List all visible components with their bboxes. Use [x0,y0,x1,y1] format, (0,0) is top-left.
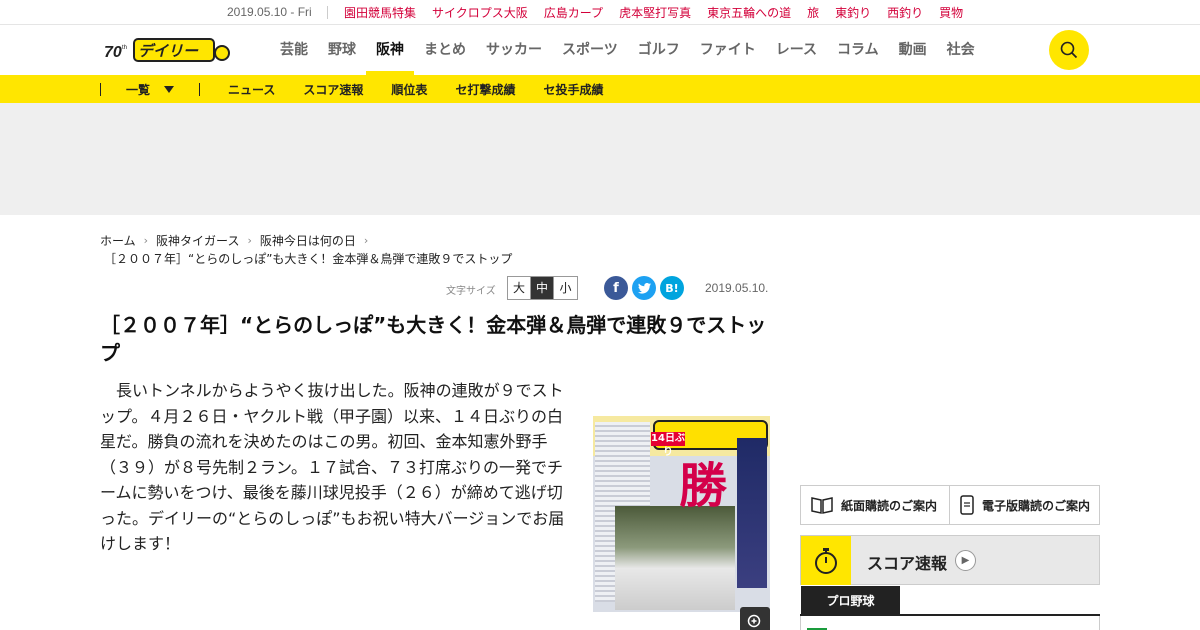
nav-item[interactable]: ゴルフ [628,25,690,75]
chevron-right-icon: › [247,234,252,247]
breadcrumb: ホーム › 阪神タイガース › 阪神今日は何の日 › [100,232,376,249]
svg-text:th: th [122,45,127,51]
nav-item[interactable]: レース [766,25,827,75]
stopwatch-icon [801,536,851,585]
twitter-share-button[interactable] [632,276,656,300]
daily-logo[interactable]: 70 th デイリー [104,35,234,65]
chevron-right-icon: › [143,234,149,247]
font-size-option[interactable]: 大 [508,277,531,299]
sub-nav: 一覧 ニュース スコア速報 順位表 セ打撃成績 セ投手成績 [0,75,1200,103]
chevron-right-icon: › [363,234,369,247]
digital-subscription-link[interactable]: 電子版購読のご案内 [950,486,1099,524]
list-label: 一覧 [126,83,151,97]
score-tabs: プロ野球 [800,586,1100,616]
nav-item[interactable]: サッカー [476,25,552,75]
top-link[interactable]: 園田競馬特集 [344,4,416,21]
nav-item[interactable]: 芸能 [270,25,318,75]
breadcrumb-link[interactable]: ホーム [100,232,136,249]
twitter-icon [637,282,651,294]
zoom-in-button[interactable] [740,607,770,630]
nav-item[interactable]: まとめ [414,25,476,75]
current-date: 2019.05.10 - Fri [227,5,312,19]
paper-headline-column [737,438,767,588]
article-body: 長いトンネルからようやく抜け出した。阪神の連敗が９でストップ。４月２６日・ヤクル… [100,381,565,553]
font-size-label: 文字サイズ [446,286,496,297]
top-utility-bar: 2019.05.10 - Fri 園田競馬特集 サイクロプス大阪 広島カープ 虎本堅打… [0,0,1200,25]
score-title: スコア速報 [867,554,948,573]
divider [199,83,200,96]
paper-photo [615,506,735,610]
font-size-selector: 大中小 [507,276,578,300]
breadcrumb-current: ［２００７年］“とらのしっぽ”も大きく！金本弾＆鳥弾で連敗９でストップ [104,252,513,266]
svg-text:デイリー: デイリー [138,42,199,60]
top-link[interactable]: 買物 [939,4,963,21]
divider [100,83,101,96]
nav-item[interactable]: ファイト [690,25,766,75]
nav-item[interactable]: スポーツ [552,25,628,75]
zoom-in-icon [747,614,761,628]
font-size-option[interactable]: 中 [531,277,554,299]
sub-nav-item[interactable]: セ打撃成績 [455,81,515,98]
top-link[interactable]: 旅 [807,4,819,21]
search-icon [1060,41,1078,59]
caret-down-icon [164,86,175,93]
publish-date: 2019.05.10. [705,281,769,295]
article-title: ［２００７年］“とらのしっぽ”も大きく！金本弾＆鳥弾で連敗９でストップ [100,313,767,365]
breadcrumb-link[interactable]: 阪神タイガース [156,232,239,249]
nav-item[interactable]: 野球 [318,25,366,75]
main-nav: 芸能 野球 阪神 まとめ サッカー スポーツ ゴルフ ファイト レース コラム 動画 社会 [270,25,985,75]
top-link[interactable]: 広島カープ [544,4,603,21]
subscription-links: 紙面購読のご案内 電子版購読のご案内 [800,485,1100,525]
paper-headline-kanji: 勝 [679,458,728,514]
search-button[interactable] [1049,30,1089,70]
hatena-bookmark-button[interactable]: B! [660,276,684,300]
top-link[interactable]: 虎本堅打写真 [619,4,691,21]
tab-pro-baseball[interactable]: プロ野球 [801,586,900,616]
sub-nav-item[interactable]: スコア速報 [303,81,363,98]
smartphone-icon [960,495,974,515]
sub-nav-item[interactable]: セ投手成績 [543,81,603,98]
score-list [800,616,1100,630]
breadcrumb-link[interactable]: 阪神今日は何の日 [260,232,356,249]
chevron-right-icon[interactable]: ▶ [955,550,976,571]
top-link[interactable]: 西釣り [887,4,923,21]
top-link[interactable]: サイクロプス大阪 [432,4,528,21]
newspaper-front-page-image[interactable]: 14日ぶり 勝 [593,416,770,612]
svg-text:70: 70 [104,44,122,61]
sub-nav-items: ニュース スコア速報 順位表 セ打撃成績 セ投手成績 [228,81,631,98]
paper-subscription-link[interactable]: 紙面購読のご案内 [801,486,950,524]
top-link[interactable]: 東京五輪への道 [707,4,791,21]
score-widget-header[interactable]: スコア速報 [800,535,1100,585]
top-link[interactable]: 東釣り [835,4,871,21]
font-size-option[interactable]: 小 [554,277,577,299]
top-links: 園田競馬特集 サイクロプス大阪 広島カープ 虎本堅打写真 東京五輪への道旅東釣り 西釣り買… [344,4,979,21]
nav-item[interactable]: コラム [827,25,889,75]
digital-subscription-label: 電子版購読のご案内 [982,498,1091,513]
nav-item[interactable]: 社会 [937,25,985,75]
paper-badge: 14日ぶり [651,432,685,458]
list-dropdown[interactable]: 一覧 [126,81,175,98]
nav-item[interactable]: 動画 [889,25,937,75]
facebook-share-button[interactable]: f [604,276,628,300]
open-book-icon [811,497,833,514]
sub-nav-item[interactable]: 順位表 [391,81,427,98]
ad-banner-area [0,103,1200,215]
nav-item[interactable]: 阪神 [366,25,414,75]
divider [327,6,328,19]
paper-subscription-label: 紙面購読のご案内 [841,498,938,513]
site-header: 70 th デイリー 芸能 野球 阪神 まとめ サッカー スポーツ ゴルフ ファイト レース コラ… [0,25,1200,75]
sub-nav-item[interactable]: ニュース [228,81,275,98]
